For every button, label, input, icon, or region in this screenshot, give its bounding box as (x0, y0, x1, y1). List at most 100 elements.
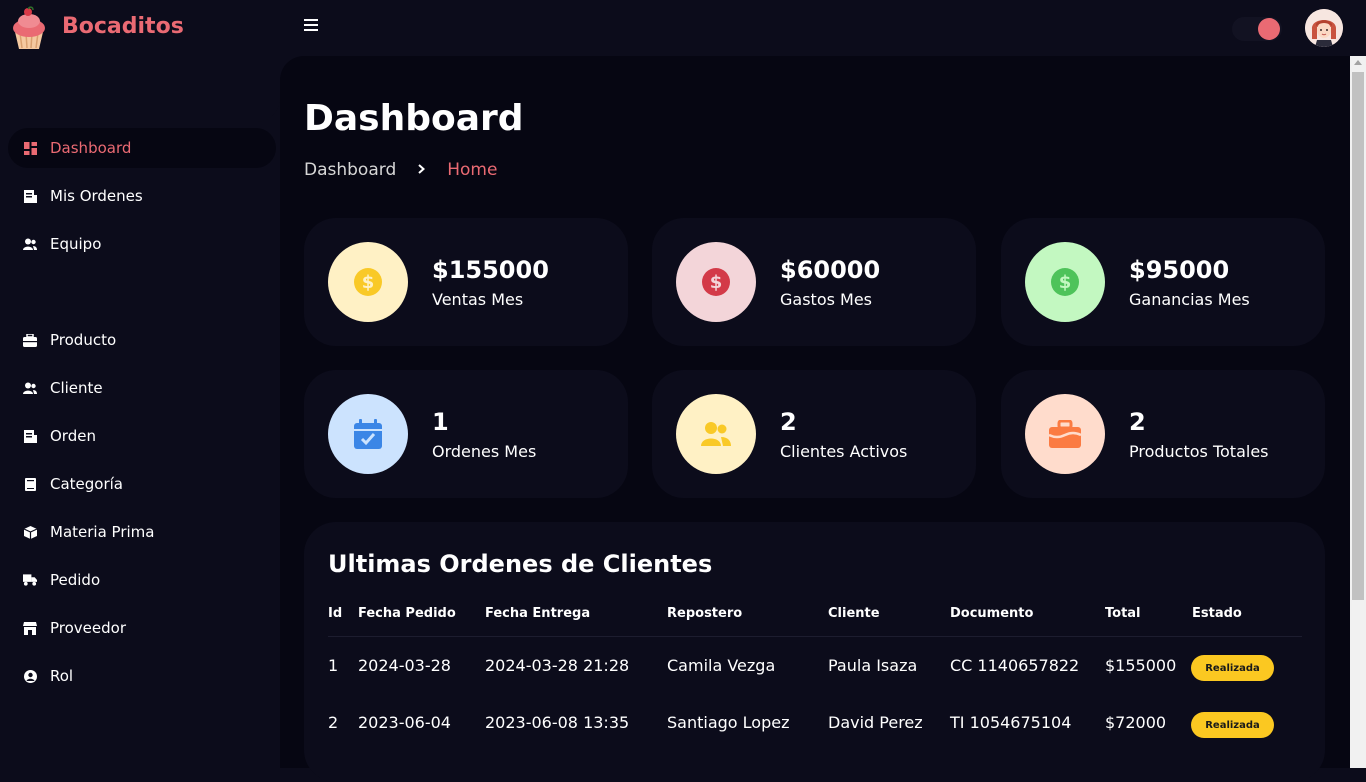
receipt-icon (23, 429, 37, 443)
sidebar-item-orden[interactable]: Orden (8, 416, 276, 456)
sidebar-item-label: Cliente (50, 379, 103, 397)
divider (328, 636, 1302, 637)
top-bar: Bocaditos (0, 0, 1366, 56)
sidebar-item-rol[interactable]: Rol (8, 656, 276, 696)
theme-toggle[interactable] (1232, 17, 1282, 41)
column-header: Fecha Pedido (358, 606, 456, 621)
briefcase-icon (23, 333, 37, 347)
svg-text:$: $ (1059, 272, 1072, 293)
sidebar-item-equipo[interactable]: Equipo (8, 224, 276, 264)
column-header: Total (1105, 606, 1141, 621)
table-cell: $155000 (1105, 656, 1177, 675)
status-badge: Realizada (1191, 712, 1274, 738)
svg-text:$: $ (362, 272, 375, 293)
table-cell: 1 (328, 656, 339, 675)
scrollbar[interactable] (1350, 56, 1366, 768)
stat-card-ganancias: $ $95000 Ganancias Mes (1001, 218, 1325, 346)
breadcrumb: Dashboard Home (304, 160, 497, 180)
table-cell: TI 1054675104 (950, 713, 1072, 732)
card-value: 2 (1129, 408, 1146, 436)
hamburger-menu-icon[interactable] (304, 19, 318, 33)
column-header: Documento (950, 606, 1034, 621)
toggle-knob (1258, 18, 1280, 40)
calendar-check-icon (328, 394, 408, 474)
card-label: Ordenes Mes (432, 442, 537, 461)
avatar[interactable] (1305, 9, 1343, 47)
user-icon (23, 381, 37, 395)
sidebar-item-label: Materia Prima (50, 523, 155, 541)
cupcake-logo-icon[interactable] (6, 6, 52, 52)
sidebar-item-label: Pedido (50, 571, 101, 589)
dollar-icon: $ (328, 242, 408, 322)
briefcase-icon (1025, 394, 1105, 474)
column-header: Repostero (667, 606, 743, 621)
book-icon (23, 477, 37, 491)
card-label: Ventas Mes (432, 290, 524, 309)
table-cell: Camila Vezga (667, 656, 776, 675)
brand-name[interactable]: Bocaditos (62, 14, 184, 39)
card-value: 1 (432, 408, 449, 436)
stat-card-gastos: $ $60000 Gastos Mes (652, 218, 976, 346)
column-header: Fecha Entrega (485, 606, 591, 621)
panel-title: Ultimas Ordenes de Clientes (328, 550, 713, 578)
stat-card-productos: 2 Productos Totales (1001, 370, 1325, 498)
table-cell: $72000 (1105, 713, 1167, 732)
table-cell: 2023-06-08 13:35 (485, 713, 630, 732)
main-content: Dashboard Dashboard Home $ $155000 Venta… (280, 56, 1350, 782)
page-title: Dashboard (304, 98, 524, 139)
sidebar-item-proveedor[interactable]: Proveedor (8, 608, 276, 648)
card-label: Clientes Activos (780, 442, 908, 461)
recent-orders-panel: Ultimas Ordenes de Clientes Id Fecha Ped… (304, 522, 1325, 782)
stat-card-clientes: 2 Clientes Activos (652, 370, 976, 498)
status-badge: Realizada (1191, 655, 1274, 681)
dollar-icon: $ (1025, 242, 1105, 322)
card-label: Productos Totales (1129, 442, 1269, 461)
stat-card-ventas: $ $155000 Ventas Mes (304, 218, 628, 346)
sidebar-item-label: Dashboard (50, 139, 132, 157)
table-cell: 2024-03-28 21:28 (485, 656, 630, 675)
card-value: $60000 (780, 256, 881, 284)
sidebar-item-materia-prima[interactable]: Materia Prima (8, 512, 276, 552)
sidebar-item-cliente[interactable]: Cliente (8, 368, 276, 408)
users-icon (23, 237, 37, 251)
scrollbar-thumb[interactable] (1352, 72, 1364, 600)
truck-icon (23, 573, 37, 587)
table-cell: David Perez (828, 713, 923, 732)
breadcrumb-item-home: Home (447, 160, 498, 180)
card-value: $95000 (1129, 256, 1230, 284)
table-cell: 2024-03-28 (358, 656, 451, 675)
column-header: Estado (1192, 606, 1242, 621)
users-icon (676, 394, 756, 474)
card-value: $155000 (432, 256, 549, 284)
sidebar-item-label: Rol (50, 667, 74, 685)
scroll-up-arrow-icon[interactable] (1354, 60, 1362, 65)
sidebar-item-categoria[interactable]: Categoría (8, 464, 276, 504)
stat-card-ordenes: 1 Ordenes Mes (304, 370, 628, 498)
column-header: Cliente (828, 606, 880, 621)
column-header: Id (328, 606, 343, 621)
sidebar-item-label: Mis Ordenes (50, 187, 143, 205)
table-cell: 2 (328, 713, 339, 732)
chevron-right-icon (418, 162, 426, 178)
table-cell: 2023-06-04 (358, 713, 451, 732)
user-circle-icon (23, 669, 37, 683)
store-icon (23, 621, 37, 635)
sidebar-item-label: Orden (50, 427, 96, 445)
card-label: Ganancias Mes (1129, 290, 1250, 309)
table-cell: CC 1140657822 (950, 656, 1080, 675)
dollar-icon: $ (676, 242, 756, 322)
breadcrumb-item-dashboard[interactable]: Dashboard (304, 160, 396, 180)
sidebar-item-label: Proveedor (50, 619, 126, 637)
sidebar-item-mis-ordenes[interactable]: Mis Ordenes (8, 176, 276, 216)
sidebar-item-label: Categoría (50, 475, 124, 493)
grid-icon (23, 141, 37, 155)
card-label: Gastos Mes (780, 290, 873, 309)
sidebar-item-label: Equipo (50, 235, 102, 253)
sidebar-item-label: Producto (50, 331, 117, 349)
sidebar-item-producto[interactable]: Producto (8, 320, 276, 360)
table-cell: Paula Isaza (828, 656, 918, 675)
receipt-icon (23, 189, 37, 203)
sidebar: Dashboard Mis Ordenes Equipo Producto Cl… (0, 56, 280, 768)
sidebar-item-dashboard[interactable]: Dashboard (8, 128, 276, 168)
sidebar-item-pedido[interactable]: Pedido (8, 560, 276, 600)
